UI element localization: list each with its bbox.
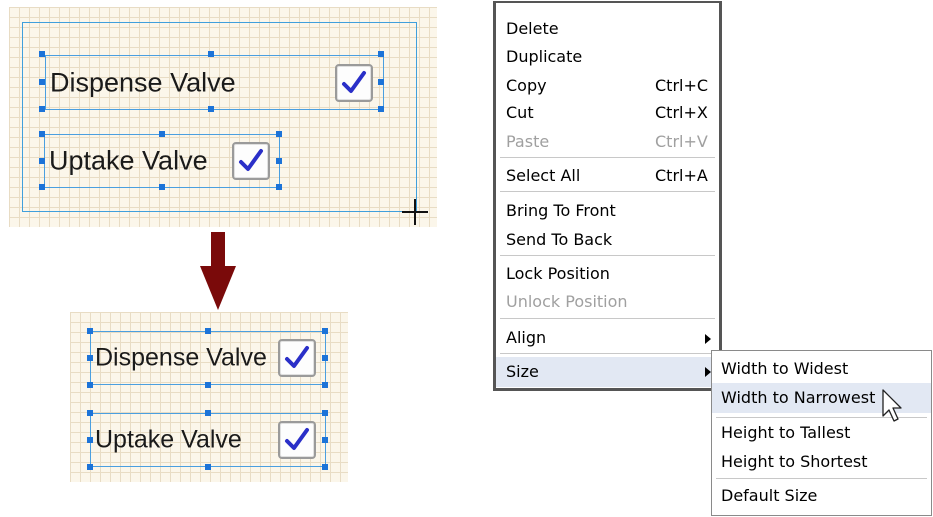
control-label: Dispense Valve bbox=[50, 67, 236, 97]
menu-item-lock-position[interactable]: Lock Position bbox=[496, 260, 719, 288]
checkmark-icon bbox=[342, 71, 366, 93]
crosshair-cursor-icon bbox=[402, 199, 428, 225]
dispense-valve-control[interactable]: Dispense Valve bbox=[45, 55, 384, 110]
resize-handle[interactable] bbox=[322, 437, 328, 443]
menu-item-label: Paste bbox=[506, 132, 550, 151]
resize-handle[interactable] bbox=[205, 382, 211, 388]
menu-item-label: Lock Position bbox=[506, 264, 610, 283]
menu-item-unlock-position: Unlock Position bbox=[496, 288, 719, 316]
resize-handle[interactable] bbox=[39, 51, 45, 57]
resize-handle[interactable] bbox=[322, 410, 328, 416]
resize-handle[interactable] bbox=[276, 184, 282, 190]
menu-item-label: Width to Narrowest bbox=[721, 388, 876, 407]
control-label: Uptake Valve bbox=[95, 425, 242, 454]
resize-handle[interactable] bbox=[87, 355, 93, 361]
resize-handle[interactable] bbox=[208, 106, 214, 112]
menu-item-bring-to-front[interactable]: Bring To Front bbox=[496, 197, 719, 225]
menu-item-select-all[interactable]: Select All Ctrl+A bbox=[496, 162, 719, 190]
context-menu: Delete Duplicate Copy Ctrl+C Cut Ctrl+X … bbox=[493, 1, 722, 391]
dispense-valve-checkbox[interactable] bbox=[278, 339, 316, 377]
resize-handle[interactable] bbox=[322, 355, 328, 361]
checkmark-icon bbox=[239, 149, 263, 171]
resize-handle[interactable] bbox=[378, 51, 384, 57]
resize-handle[interactable] bbox=[322, 382, 328, 388]
resize-handle[interactable] bbox=[322, 464, 328, 470]
resize-handle[interactable] bbox=[208, 51, 214, 57]
resize-handle[interactable] bbox=[39, 79, 45, 85]
resize-handle[interactable] bbox=[39, 184, 45, 190]
uptake-valve-control[interactable]: Uptake Valve bbox=[90, 413, 326, 467]
menu-item-align[interactable]: Align bbox=[496, 324, 719, 352]
dispense-valve-control[interactable]: Dispense Valve bbox=[90, 331, 326, 385]
menu-item-shortcut: Ctrl+C bbox=[655, 76, 709, 95]
uptake-valve-checkbox[interactable] bbox=[232, 142, 270, 180]
menu-separator bbox=[500, 191, 715, 192]
menu-item-cut[interactable]: Cut Ctrl+X bbox=[496, 99, 719, 127]
down-arrow-icon bbox=[200, 232, 236, 310]
menu-item-size[interactable]: Size bbox=[496, 357, 719, 387]
menu-item-send-to-back[interactable]: Send To Back bbox=[496, 226, 719, 254]
menu-item-label: Duplicate bbox=[506, 47, 583, 66]
menu-item-paste: Paste Ctrl+V bbox=[496, 128, 719, 156]
menu-item-label: Size bbox=[506, 362, 539, 381]
menu-separator bbox=[716, 478, 927, 479]
designer-canvas-after[interactable]: Dispense Valve Uptake Valve bbox=[70, 312, 348, 482]
resize-handle[interactable] bbox=[39, 158, 45, 164]
resize-handle[interactable] bbox=[87, 410, 93, 416]
resize-handle[interactable] bbox=[159, 184, 165, 190]
resize-handle[interactable] bbox=[87, 464, 93, 470]
resize-handle[interactable] bbox=[159, 131, 165, 137]
resize-handle[interactable] bbox=[205, 464, 211, 470]
submenu-arrow-icon bbox=[705, 334, 711, 344]
menu-item-label: Width to Widest bbox=[721, 359, 849, 378]
menu-item-shortcut: Ctrl+X bbox=[655, 103, 708, 122]
submenu-item-width-to-widest[interactable]: Width to Widest bbox=[712, 355, 931, 383]
uptake-valve-control[interactable]: Uptake Valve bbox=[44, 134, 280, 188]
menu-item-duplicate[interactable]: Duplicate bbox=[496, 43, 719, 71]
uptake-valve-checkbox[interactable] bbox=[278, 421, 316, 459]
menu-separator bbox=[500, 318, 715, 319]
menu-separator bbox=[500, 255, 715, 256]
checkmark-icon bbox=[285, 428, 309, 450]
control-label: Dispense Valve bbox=[95, 343, 267, 372]
resize-handle[interactable] bbox=[87, 437, 93, 443]
size-submenu: Width to Widest Width to Narrowest Heigh… bbox=[711, 350, 932, 516]
menu-item-shortcut: Ctrl+A bbox=[655, 166, 708, 185]
checkmark-icon bbox=[285, 346, 309, 368]
menu-item-label: Default Size bbox=[721, 486, 818, 505]
dispense-valve-checkbox[interactable] bbox=[335, 64, 373, 102]
resize-handle[interactable] bbox=[39, 106, 45, 112]
menu-item-label: Align bbox=[506, 328, 547, 347]
control-label: Uptake Valve bbox=[49, 145, 208, 176]
resize-handle[interactable] bbox=[378, 79, 384, 85]
resize-handle[interactable] bbox=[322, 328, 328, 334]
menu-item-label: Bring To Front bbox=[506, 201, 616, 220]
menu-item-label: Height to Shortest bbox=[721, 452, 868, 471]
resize-handle[interactable] bbox=[39, 131, 45, 137]
resize-handle[interactable] bbox=[205, 328, 211, 334]
menu-item-shortcut: Ctrl+V bbox=[655, 132, 708, 151]
menu-item-delete[interactable]: Delete bbox=[496, 15, 719, 43]
menu-item-label: Unlock Position bbox=[506, 292, 628, 311]
resize-handle[interactable] bbox=[87, 382, 93, 388]
menu-item-label: Delete bbox=[506, 19, 559, 38]
mouse-pointer-icon bbox=[882, 389, 902, 422]
menu-item-label: Select All bbox=[506, 166, 581, 185]
resize-handle[interactable] bbox=[276, 131, 282, 137]
submenu-item-default-size[interactable]: Default Size bbox=[712, 482, 931, 510]
resize-handle[interactable] bbox=[205, 410, 211, 416]
menu-separator bbox=[500, 353, 715, 354]
menu-item-label: Copy bbox=[506, 76, 547, 95]
resize-handle[interactable] bbox=[378, 106, 384, 112]
menu-item-label: Send To Back bbox=[506, 230, 613, 249]
menu-item-copy[interactable]: Copy Ctrl+C bbox=[496, 72, 719, 100]
resize-handle[interactable] bbox=[87, 328, 93, 334]
menu-item-label: Height to Tallest bbox=[721, 423, 851, 442]
designer-canvas-before[interactable]: Dispense Valve Uptake Valve bbox=[9, 7, 437, 227]
submenu-item-height-to-shortest[interactable]: Height to Shortest bbox=[712, 448, 931, 476]
menu-separator bbox=[500, 157, 715, 158]
resize-handle[interactable] bbox=[276, 158, 282, 164]
menu-item-label: Cut bbox=[506, 103, 534, 122]
